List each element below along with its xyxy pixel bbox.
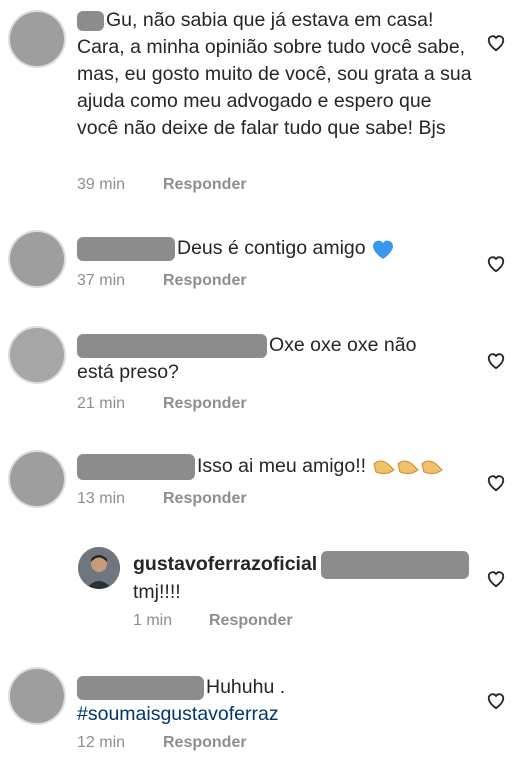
- heart-icon[interactable]: [485, 32, 507, 52]
- timestamp: 39 min: [77, 176, 126, 193]
- timestamp: 21 min: [77, 395, 126, 412]
- timestamp: 1 min: [133, 612, 173, 629]
- reply-button[interactable]: Responder: [163, 176, 247, 193]
- avatar[interactable]: [10, 232, 64, 286]
- comment-meta: 1 min Responder: [133, 612, 293, 630]
- flexed-biceps-icon: [372, 460, 443, 474]
- hashtag-link[interactable]: #soumaisgustavoferraz: [77, 701, 477, 728]
- username[interactable]: gustavoferrazoficial: [133, 553, 317, 575]
- redacted-mention: [321, 551, 470, 579]
- comment-text: Isso ai meu amigo!!: [77, 453, 497, 480]
- redacted-username: [77, 236, 175, 261]
- reply-button[interactable]: Responder: [163, 395, 247, 412]
- comment-meta: 21 min Responder: [77, 395, 247, 413]
- reply-button[interactable]: Responder: [163, 734, 247, 751]
- redacted-username: [77, 675, 204, 700]
- profile-photo-icon: [78, 547, 120, 589]
- reply-button[interactable]: Responder: [163, 272, 247, 289]
- reply-text: tmj!!!!: [133, 581, 181, 603]
- heart-icon[interactable]: [485, 253, 507, 273]
- avatar[interactable]: [10, 452, 64, 506]
- reply-button[interactable]: Responder: [209, 612, 293, 629]
- comment-text: gustavoferrazoficial tmj!!!!: [133, 551, 483, 606]
- comment-meta: 12 min Responder: [77, 734, 247, 752]
- redacted-username: [77, 10, 104, 31]
- avatar[interactable]: [78, 547, 120, 589]
- reply-button[interactable]: Responder: [163, 490, 247, 507]
- comment-text: Gu, não sabia que já estava em casa! Car…: [77, 9, 472, 139]
- comment-text: Deus é contigo amigo: [77, 235, 477, 262]
- timestamp: 13 min: [77, 490, 126, 507]
- heart-icon[interactable]: [485, 568, 507, 588]
- heart-icon[interactable]: [485, 472, 507, 492]
- comment-meta: 13 min Responder: [77, 490, 247, 508]
- avatar[interactable]: [10, 12, 64, 66]
- comment-meta: 37 min Responder: [77, 272, 247, 290]
- comment-meta: 39 min Responder: [77, 176, 247, 194]
- avatar[interactable]: [10, 669, 64, 723]
- redacted-username: [77, 453, 195, 480]
- heart-icon[interactable]: [485, 690, 507, 710]
- redacted-username: [77, 333, 267, 358]
- blue-heart-icon: [373, 240, 394, 259]
- comment-text: Oxe oxe oxe não está preso?: [77, 333, 417, 383]
- timestamp: 37 min: [77, 272, 126, 289]
- heart-icon[interactable]: [485, 350, 507, 370]
- comment-text: Huhuhu . #soumaisgustavoferraz: [77, 674, 477, 728]
- timestamp: 12 min: [77, 734, 126, 751]
- avatar[interactable]: [10, 328, 64, 382]
